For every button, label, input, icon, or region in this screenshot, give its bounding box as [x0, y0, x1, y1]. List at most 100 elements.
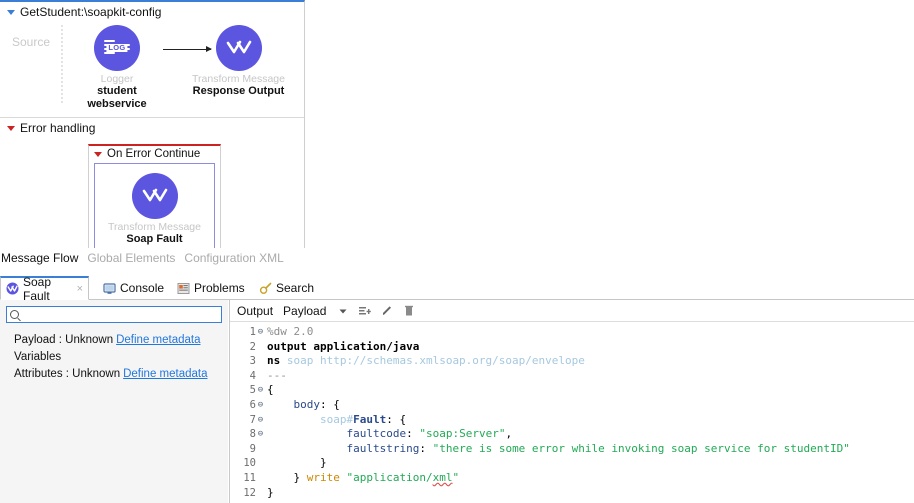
search-icon [259, 282, 272, 295]
tab-search[interactable]: Search [254, 276, 324, 300]
flow-node-logger[interactable]: LOG Logger student webservice [77, 25, 157, 111]
code-line[interactable]: 8 ⊖ faultcode: "soap:Server", [230, 427, 914, 442]
collapse-triangle-icon[interactable] [7, 9, 15, 15]
on-error-continue-title: On Error Continue [107, 148, 201, 160]
code-line[interactable]: 1 ⊖ %dw 2.0 [230, 325, 914, 340]
code-line[interactable]: 7 ⊖ soap#Fault: { [230, 413, 914, 428]
code-line-text: ns soap http://schemas.xmlsoap.org/soap/… [267, 354, 585, 368]
line-number: 10 [243, 457, 256, 470]
code-line-text: faultcode: "soap:Server", [346, 427, 513, 441]
flow-node-soap-fault[interactable]: Transform Message Soap Fault [94, 163, 215, 252]
flow-canvas: GetStudent:\soapkit-config Source LOG Lo… [0, 0, 305, 268]
editor-mode-tabbar: Message Flow Global Elements Configurati… [0, 248, 305, 268]
output-label: Output [237, 303, 274, 318]
on-error-continue-scope[interactable]: On Error Continue Transform Message Soap… [88, 144, 221, 258]
view-tabbar: Soap Fault × Console Problems Search [0, 274, 914, 303]
line-number: 12 [243, 486, 256, 499]
line-number: 6 [249, 398, 256, 411]
code-line-text: } [267, 456, 327, 470]
transform-message-icon [131, 173, 178, 219]
console-icon [103, 282, 116, 295]
define-metadata-link[interactable]: Define metadata [123, 368, 207, 380]
main-flow-header[interactable]: GetStudent:\soapkit-config [0, 2, 304, 21]
line-number: 11 [243, 471, 256, 484]
editor-toolbar: Output Payload [230, 300, 914, 322]
transform-message-icon [6, 282, 19, 295]
double-chevron-icon [142, 188, 167, 202]
tree-row-label: Variables [14, 351, 62, 363]
fold-marker-icon[interactable]: ⊖ [256, 383, 265, 398]
line-number: 8 [249, 428, 256, 441]
code-line-text: faultstring: "there is some error while … [346, 441, 850, 455]
main-flow-body: Source LOG Logger student webservice Tra… [0, 21, 304, 111]
tree-row-attributes[interactable]: Attributes : Unknown Define metadata [14, 366, 228, 383]
fold-marker-icon[interactable]: ⊖ [256, 325, 265, 340]
payload-label: Payload [283, 303, 327, 318]
transform-message-icon [215, 25, 262, 71]
flow-node-transform-message[interactable]: Transform Message Response Output [181, 25, 296, 98]
fold-marker-icon[interactable]: ⊖ [256, 427, 265, 442]
code-line[interactable]: 3 ns soap http://schemas.xmlsoap.org/soap… [230, 354, 914, 369]
pencil-icon[interactable] [380, 304, 394, 318]
code-area[interactable]: 1 ⊖ %dw 2.0 2 output application/java 3 ns soa… [230, 322, 914, 500]
collapse-triangle-icon[interactable] [94, 151, 102, 157]
error-handling-title: Error handling [20, 121, 96, 135]
tree-row-payload[interactable]: Payload : Unknown Define metadata [14, 332, 228, 349]
main-flow-container[interactable]: GetStudent:\soapkit-config Source LOG Lo… [0, 2, 304, 118]
line-number: 2 [249, 340, 256, 353]
collapse-triangle-icon[interactable] [7, 125, 15, 131]
line-number: 7 [249, 413, 256, 426]
source-divider [61, 25, 63, 103]
tab-label: Soap Fault [23, 274, 52, 303]
code-line[interactable]: 4 --- [230, 369, 914, 384]
flow-node-type: Transform Message [108, 221, 201, 233]
flow-node-name: student webservice [87, 85, 147, 110]
code-line-text: } write "application/xml" [267, 470, 460, 484]
code-line[interactable]: 6 ⊖ body: { [230, 398, 914, 413]
fold-marker-icon[interactable]: ⊖ [256, 413, 265, 428]
search-row [0, 300, 228, 323]
tab-global-elements[interactable]: Global Elements [87, 251, 175, 265]
double-chevron-icon [226, 40, 251, 54]
line-number: 9 [249, 442, 256, 455]
code-line[interactable]: 5 ⊖{ [230, 383, 914, 398]
error-handling-container[interactable]: Error handling On Error Continue Transfo… [0, 118, 304, 258]
fold-marker-icon[interactable]: ⊖ [256, 398, 265, 413]
trash-icon[interactable] [402, 304, 416, 318]
line-number: 1 [249, 326, 256, 338]
define-metadata-link[interactable]: Define metadata [116, 334, 200, 346]
code-line[interactable]: 9 faultstring: "there is some error whil… [230, 442, 914, 457]
tab-console[interactable]: Console [98, 276, 170, 300]
logger-icon: LOG [94, 25, 140, 71]
main-flow-title: GetStudent:\soapkit-config [20, 5, 162, 19]
code-line[interactable]: 2 output application/java [230, 340, 914, 355]
flow-node-name: Soap Fault [126, 233, 183, 245]
tab-configuration-xml[interactable]: Configuration XML [184, 251, 283, 265]
flow-node-type: Transform Message [192, 73, 285, 85]
chevron-down-icon[interactable] [336, 304, 350, 318]
code-line[interactable]: 11 } write "application/xml" [230, 471, 914, 486]
on-error-continue-header[interactable]: On Error Continue [89, 146, 220, 162]
tab-message-flow[interactable]: Message Flow [1, 251, 78, 265]
search-box[interactable] [6, 306, 222, 323]
code-line[interactable]: 12} [230, 486, 914, 501]
code-line[interactable]: 10 } [230, 456, 914, 471]
search-input[interactable] [21, 306, 218, 323]
code-line-text: soap#Fault: { [319, 412, 407, 426]
error-handling-header[interactable]: Error handling [0, 118, 304, 137]
source-label: Source [12, 35, 51, 49]
tab-label: Problems [194, 281, 245, 295]
tab-soap-fault[interactable]: Soap Fault × [0, 274, 89, 303]
flow-node-name: Response Output [192, 85, 285, 97]
magnifier-icon [10, 310, 19, 319]
add-list-icon[interactable] [358, 304, 372, 318]
tab-problems[interactable]: Problems [172, 276, 252, 300]
metadata-tree-panel: Payload : Unknown Define metadata Variabl… [0, 300, 228, 503]
tree-row-variables[interactable]: Variables [14, 349, 228, 366]
close-icon[interactable]: × [77, 283, 83, 295]
